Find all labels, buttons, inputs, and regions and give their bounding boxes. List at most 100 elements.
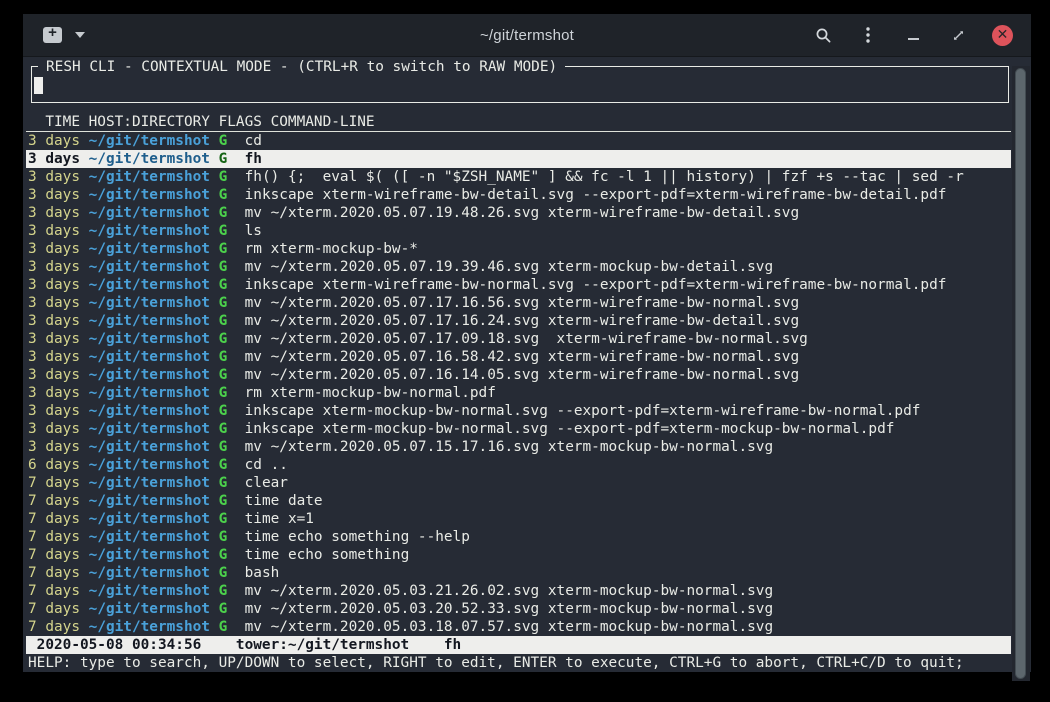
row-command: time echo something	[245, 547, 410, 563]
row-flags: G	[219, 601, 228, 617]
row-directory: ~/git/termshot	[89, 313, 210, 329]
search-icon[interactable]	[812, 24, 834, 46]
row-directory: ~/git/termshot	[89, 493, 210, 509]
history-row[interactable]: 3 days ~/git/termshot G mv ~/xterm.2020.…	[26, 312, 1011, 330]
history-row[interactable]: 3 days ~/git/termshot G inkscape xterm-w…	[26, 276, 1011, 294]
row-directory: ~/git/termshot	[89, 169, 210, 185]
row-flags: G	[219, 583, 228, 599]
row-directory: ~/git/termshot	[89, 259, 210, 275]
terminal-content: RESH CLI - CONTEXTUAL MODE - (CTRL+R to …	[23, 66, 1031, 681]
row-command: mv ~/xterm.2020.05.07.19.39.46.svg xterm…	[245, 259, 774, 275]
row-directory: ~/git/termshot	[89, 349, 210, 365]
chevron-down-icon[interactable]	[75, 32, 85, 38]
history-row[interactable]: 3 days ~/git/termshot G ls	[26, 222, 1011, 240]
row-flags: G	[219, 385, 228, 401]
row-time: 3 days	[28, 205, 80, 221]
row-time: 7 days	[28, 601, 80, 617]
row-directory: ~/git/termshot	[89, 583, 210, 599]
row-directory: ~/git/termshot	[89, 385, 210, 401]
row-flags: G	[219, 439, 228, 455]
list-header: TIME HOST:DIRECTORY FLAGS COMMAND-LINE	[26, 113, 1011, 132]
row-time: 3 days	[28, 133, 80, 149]
row-time: 3 days	[28, 385, 80, 401]
new-tab-icon[interactable]	[43, 27, 62, 43]
history-row[interactable]: 3 days ~/git/termshot G mv ~/xterm.2020.…	[26, 330, 1011, 348]
history-row[interactable]: 3 days ~/git/termshot G mv ~/xterm.2020.…	[26, 438, 1011, 456]
history-row[interactable]: 3 days ~/git/termshot G inkscape xterm-m…	[26, 420, 1011, 438]
row-flags: G	[219, 205, 228, 221]
row-directory: ~/git/termshot	[89, 331, 210, 347]
history-row[interactable]: 7 days ~/git/termshot G mv ~/xterm.2020.…	[26, 600, 1011, 618]
row-flags: G	[219, 547, 228, 563]
history-row[interactable]: 3 days ~/git/termshot G inkscape xterm-m…	[26, 402, 1011, 420]
history-row[interactable]: 6 days ~/git/termshot G cd ..	[26, 456, 1011, 474]
row-directory: ~/git/termshot	[89, 475, 210, 491]
history-row[interactable]: 7 days ~/git/termshot G mv ~/xterm.2020.…	[26, 618, 1011, 636]
history-row[interactable]: 7 days ~/git/termshot G mv ~/xterm.2020.…	[26, 582, 1011, 600]
row-time: 7 days	[28, 529, 80, 545]
row-directory: ~/git/termshot	[89, 151, 210, 167]
close-button[interactable]: ✕	[992, 25, 1013, 46]
history-row[interactable]: 7 days ~/git/termshot G time x=1	[26, 510, 1011, 528]
row-flags: G	[219, 277, 228, 293]
history-row[interactable]: 3 days ~/git/termshot G mv ~/xterm.2020.…	[26, 204, 1011, 222]
row-command: mv ~/xterm.2020.05.07.15.17.16.svg xterm…	[245, 439, 774, 455]
titlebar: ~/git/termshot	[23, 14, 1031, 57]
row-command: inkscape xterm-wireframe-bw-normal.svg -…	[245, 277, 947, 293]
row-time: 7 days	[28, 547, 80, 563]
row-flags: G	[219, 457, 228, 473]
restore-icon	[951, 28, 966, 43]
scrollbar-track[interactable]	[1012, 66, 1030, 681]
restore-button[interactable]	[947, 24, 969, 46]
history-row[interactable]: 7 days ~/git/termshot G time echo someth…	[26, 546, 1011, 564]
row-directory: ~/git/termshot	[89, 511, 210, 527]
history-row[interactable]: 7 days ~/git/termshot G time echo someth…	[26, 528, 1011, 546]
row-flags: G	[219, 511, 228, 527]
row-directory: ~/git/termshot	[89, 187, 210, 203]
history-row[interactable]: 7 days ~/git/termshot G bash	[26, 564, 1011, 582]
row-time: 3 days	[28, 187, 80, 203]
row-command: mv ~/xterm.2020.05.07.17.09.18.svg xterm…	[245, 331, 808, 347]
row-time: 6 days	[28, 457, 80, 473]
row-time: 7 days	[28, 493, 80, 509]
row-flags: G	[219, 421, 228, 437]
terminal-window: ~/git/termshot	[23, 14, 1031, 672]
row-flags: G	[219, 313, 228, 329]
close-icon: ✕	[997, 28, 1009, 42]
history-row[interactable]: 3 days ~/git/termshot G mv ~/xterm.2020.…	[26, 366, 1011, 384]
row-flags: G	[219, 187, 228, 203]
history-row[interactable]: 3 days ~/git/termshot G mv ~/xterm.2020.…	[26, 348, 1011, 366]
row-directory: ~/git/termshot	[89, 223, 210, 239]
row-command: time x=1	[245, 511, 314, 527]
scrollbar-thumb[interactable]	[1015, 68, 1026, 679]
row-flags: G	[219, 295, 228, 311]
history-row[interactable]: 3 days ~/git/termshot G rm xterm-mockup-…	[26, 384, 1011, 402]
history-list: 3 days ~/git/termshot G cd3 days ~/git/t…	[26, 132, 1011, 636]
history-row[interactable]: 7 days ~/git/termshot G time date	[26, 492, 1011, 510]
history-row[interactable]: 3 days ~/git/termshot G inkscape xterm-w…	[26, 186, 1011, 204]
row-time: 3 days	[28, 277, 80, 293]
history-row[interactable]: 3 days ~/git/termshot G rm xterm-mockup-…	[26, 240, 1011, 258]
row-command: clear	[245, 475, 288, 491]
search-input-box[interactable]: RESH CLI - CONTEXTUAL MODE - (CTRL+R to …	[31, 66, 1009, 103]
row-flags: G	[219, 529, 228, 545]
minimize-button[interactable]	[902, 24, 924, 46]
row-flags: G	[219, 151, 228, 167]
history-row[interactable]: 3 days ~/git/termshot G mv ~/xterm.2020.…	[26, 258, 1011, 276]
menu-kebab-icon[interactable]	[857, 24, 879, 46]
status-bar: 2020-05-08 00:34:56 tower:~/git/termshot…	[26, 636, 1011, 654]
row-directory: ~/git/termshot	[89, 133, 210, 149]
history-row[interactable]: 7 days ~/git/termshot G clear	[26, 474, 1011, 492]
history-row[interactable]: 3 days ~/git/termshot G mv ~/xterm.2020.…	[26, 294, 1011, 312]
row-time: 3 days	[28, 331, 80, 347]
row-time: 3 days	[28, 259, 80, 275]
history-row[interactable]: 3 days ~/git/termshot G cd	[26, 132, 1011, 150]
history-row[interactable]: 3 days ~/git/termshot G fh() {; eval $( …	[26, 168, 1011, 186]
row-flags: G	[219, 475, 228, 491]
row-command: fh() {; eval $( ([ -n "$ZSH_NAME" ] && f…	[245, 169, 964, 185]
row-directory: ~/git/termshot	[89, 241, 210, 257]
row-command: mv ~/xterm.2020.05.07.17.16.56.svg xterm…	[245, 295, 800, 311]
row-command: mv ~/xterm.2020.05.03.20.52.33.svg xterm…	[245, 601, 774, 617]
history-row[interactable]: 3 days ~/git/termshot G fh	[26, 150, 1011, 168]
row-command: inkscape xterm-wireframe-bw-detail.svg -…	[245, 187, 947, 203]
